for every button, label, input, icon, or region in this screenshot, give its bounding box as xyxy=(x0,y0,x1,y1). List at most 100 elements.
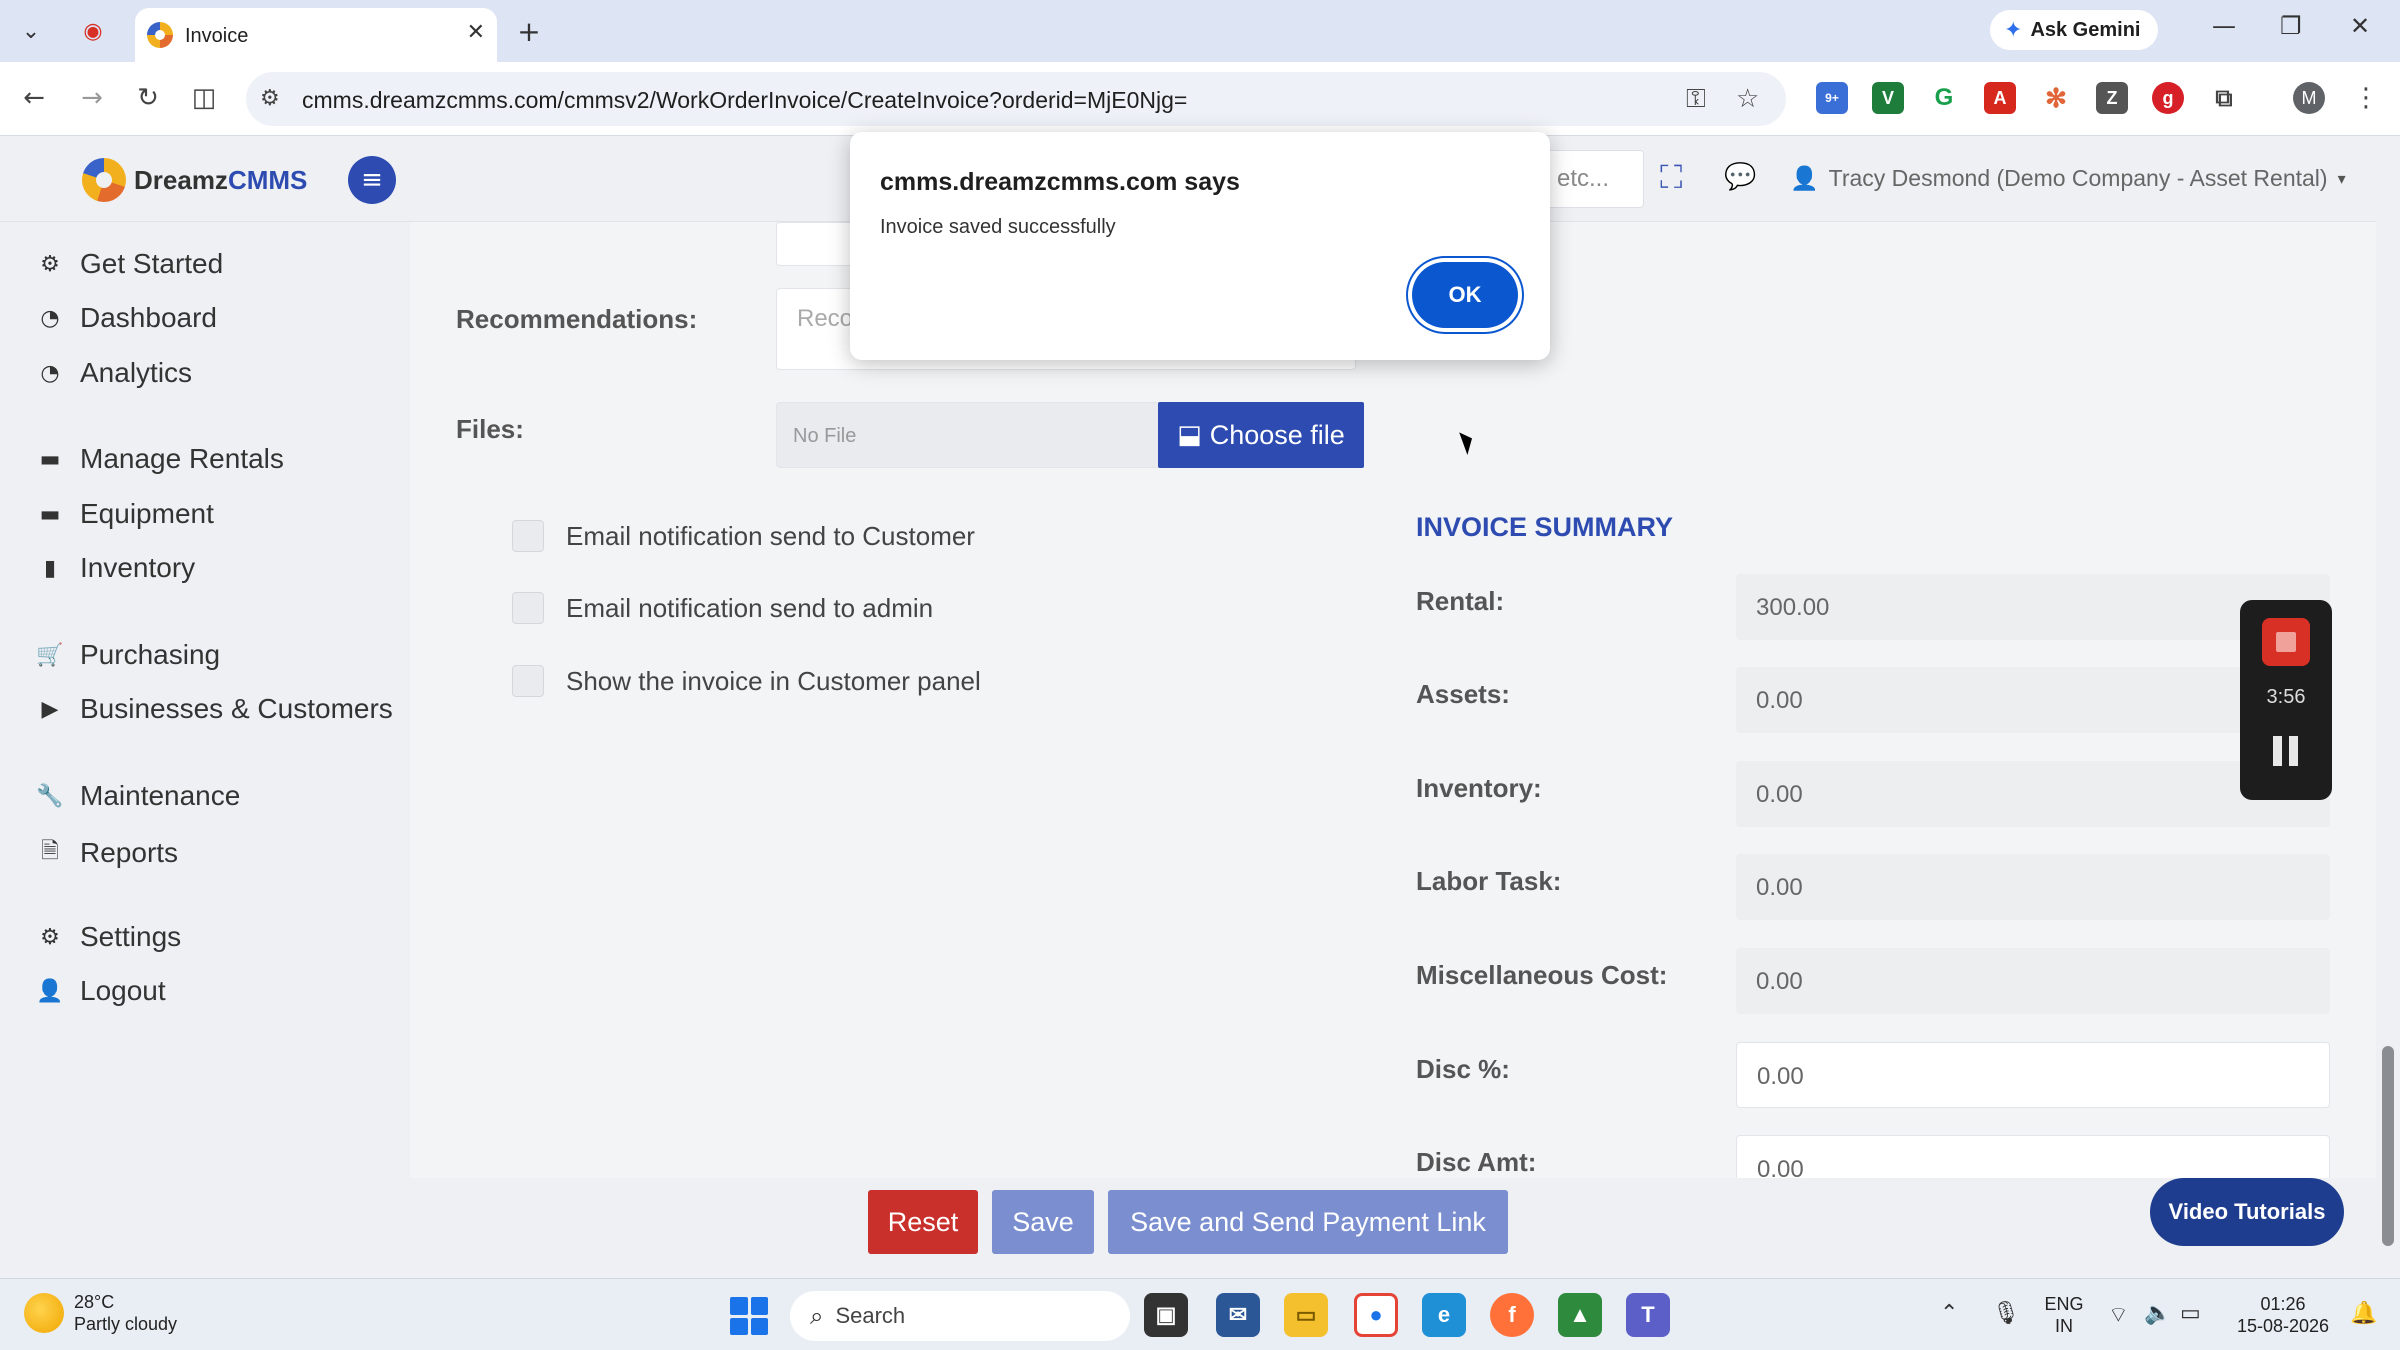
tab-search-chevron-icon[interactable]: ⌄ xyxy=(14,14,48,48)
scrollbar-thumb[interactable] xyxy=(2382,1046,2394,1246)
weather-widget[interactable]: 28°C Partly cloudy xyxy=(24,1291,177,1335)
split-view-icon[interactable]: ◫ xyxy=(186,80,222,116)
start-windows-icon[interactable] xyxy=(730,1297,768,1335)
misc-cost-label: Miscellaneous Cost: xyxy=(1416,960,1668,990)
password-key-icon[interactable]: ⚿ xyxy=(1686,84,1706,115)
volume-icon[interactable]: 🔈 xyxy=(2144,1301,2171,1326)
extension-v-icon[interactable]: V xyxy=(1872,82,1904,114)
record-icon[interactable]: ◉ xyxy=(76,14,110,48)
stop-recording-icon[interactable] xyxy=(2262,618,2310,666)
disc-percent-input[interactable]: 0.00 xyxy=(1736,1042,2330,1108)
pause-icon[interactable] xyxy=(2272,736,2300,768)
mail-app-icon[interactable]: ✉ xyxy=(1216,1293,1260,1337)
email-customer-checkbox-row[interactable]: Email notification send to Customer xyxy=(512,520,975,552)
sidebar-item-purchasing[interactable]: 🛒 Purchasing xyxy=(36,639,220,671)
sidebar-item-reports[interactable]: 🗎 Reports xyxy=(36,834,178,872)
reset-button[interactable]: Reset xyxy=(868,1190,978,1254)
wrench-icon: 🔧 xyxy=(36,783,64,809)
inventory-icon: ▮ xyxy=(43,555,57,581)
url-text[interactable]: cmms.dreamzcmms.com/cmmsv2/WorkOrderInvo… xyxy=(302,87,1187,114)
show-customer-panel-checkbox-row[interactable]: Show the invoice in Customer panel xyxy=(512,665,981,697)
sidebar-item-logout[interactable]: 👤 Logout xyxy=(36,975,165,1007)
language-indicator[interactable]: ENG IN xyxy=(2040,1293,2088,1337)
new-tab-icon[interactable]: + xyxy=(512,14,546,48)
clock-time: 01:26 xyxy=(2260,1294,2306,1314)
extension-pdf-icon[interactable]: A xyxy=(1984,82,2016,114)
site-info-icon[interactable]: ⚙ xyxy=(260,86,280,111)
extension-z-icon[interactable]: Z xyxy=(2096,82,2128,114)
address-bar[interactable]: ⚙ cmms.dreamzcmms.com/cmmsv2/WorkOrderIn… xyxy=(246,72,1786,126)
browser-tab-bar: ⌄ ◉ Invoice ✕ + ✦ Ask Gemini — ❐ ✕ xyxy=(0,0,2400,62)
edge-icon[interactable]: e xyxy=(1422,1293,1466,1337)
page-scrollbar[interactable] xyxy=(2376,136,2400,1278)
user-name: Tracy Desmond (Demo Company - Asset Rent… xyxy=(1828,165,2328,191)
header-search-text: etc... xyxy=(1557,165,1610,192)
taskbar-search[interactable]: ⌕ Search xyxy=(790,1291,1130,1341)
sidebar-item-label: Inventory xyxy=(80,552,196,583)
choose-file-button[interactable]: ⬓ Choose file xyxy=(1158,402,1364,468)
tab-invoice[interactable]: Invoice ✕ xyxy=(135,8,497,62)
restore-icon[interactable]: ❐ xyxy=(2280,12,2302,40)
sidebar-item-analytics[interactable]: ◔ Analytics xyxy=(36,357,192,389)
sidebar-item-maintenance[interactable]: 🔧 Maintenance xyxy=(36,780,240,812)
wifi-icon[interactable]: ⌔ xyxy=(2108,1301,2129,1329)
sidebar-item-manage-rentals[interactable]: ▬ Manage Rentals xyxy=(36,443,284,475)
ask-gemini-label: Ask Gemini xyxy=(2030,18,2141,41)
extension-claude-icon[interactable]: ✻ xyxy=(2040,82,2072,114)
app-logo[interactable]: DreamzCMMS xyxy=(82,158,307,202)
reload-icon[interactable]: ↻ xyxy=(130,80,166,116)
notification-bell-icon[interactable]: 🔔 xyxy=(2350,1301,2377,1326)
gauge-icon: ◔ xyxy=(40,360,60,386)
firefox-icon[interactable]: f xyxy=(1490,1293,1534,1337)
sidebar-item-inventory[interactable]: ▮ Inventory xyxy=(36,552,195,584)
tray-overflow-icon[interactable]: ⌃ xyxy=(1940,1301,1958,1326)
sidebar-item-get-started[interactable]: ⚙ Get Started xyxy=(36,248,223,280)
clock[interactable]: 01:26 15-08-2026 xyxy=(2228,1293,2338,1337)
brand-prefix: Dreamz xyxy=(134,164,228,195)
teams-icon[interactable]: T xyxy=(1626,1293,1670,1337)
sidebar-item-dashboard[interactable]: ◔ Dashboard xyxy=(36,302,217,334)
scan-icon[interactable]: ⛶ xyxy=(1660,158,1682,197)
save-button[interactable]: Save xyxy=(992,1190,1094,1254)
sidebar-item-label: Reports xyxy=(80,837,179,868)
sidebar-item-settings[interactable]: ⚙ Settings xyxy=(36,921,181,953)
close-window-icon[interactable]: ✕ xyxy=(2350,12,2370,40)
profile-avatar[interactable]: M xyxy=(2293,82,2325,114)
extension-g-icon[interactable]: g xyxy=(2152,82,2184,114)
chrome-icon[interactable]: ● xyxy=(1354,1293,1398,1337)
menu-toggle-button[interactable]: ≡ xyxy=(348,156,396,204)
brand-suffix: CMMS xyxy=(227,164,308,195)
browser-menu-icon[interactable]: ⋮ xyxy=(2348,80,2384,116)
save-send-payment-link-button[interactable]: Save and Send Payment Link xyxy=(1108,1190,1508,1254)
sidebar-item-equipment[interactable]: ▬ Equipment xyxy=(36,498,214,530)
ok-label: OK xyxy=(1448,282,1482,307)
microphone-icon[interactable]: 🎙 xyxy=(1992,1301,2020,1326)
photos-app-icon[interactable]: ▲ xyxy=(1558,1293,1602,1337)
show-customer-panel-checkbox[interactable] xyxy=(512,665,544,697)
email-customer-checkbox[interactable] xyxy=(512,520,544,552)
battery-icon[interactable]: ▭ xyxy=(2180,1301,2201,1326)
file-explorer-icon[interactable]: ▭ xyxy=(1284,1293,1328,1337)
task-view-icon[interactable]: ▣ xyxy=(1144,1293,1188,1337)
extension-badge-icon[interactable]: 9+ xyxy=(1816,82,1848,114)
extension-grammarly-icon[interactable]: G xyxy=(1928,82,1960,114)
chat-icon[interactable]: 💬 xyxy=(1724,162,1756,192)
video-tutorials-button[interactable]: Video Tutorials xyxy=(2150,1178,2344,1246)
email-admin-checkbox-row[interactable]: Email notification send to admin xyxy=(512,592,933,624)
minimize-icon[interactable]: — xyxy=(2212,12,2236,40)
back-icon[interactable]: ← xyxy=(16,80,52,116)
close-tab-icon[interactable]: ✕ xyxy=(467,20,485,45)
email-admin-checkbox[interactable] xyxy=(512,592,544,624)
forward-icon[interactable]: → xyxy=(74,80,110,116)
extensions-puzzle-icon[interactable]: ⧉ xyxy=(2208,82,2240,114)
header-search-input[interactable]: etc... xyxy=(1540,150,1644,208)
ask-gemini-button[interactable]: ✦ Ask Gemini xyxy=(1990,10,2158,50)
dialog-ok-button[interactable]: OK xyxy=(1412,262,1518,328)
caret-down-icon: ▾ xyxy=(2337,169,2346,188)
browser-toolbar: ← → ↻ ◫ ⚙ cmms.dreamzcmms.com/cmmsv2/Wor… xyxy=(0,62,2400,136)
brand-name: DreamzCMMS xyxy=(134,165,307,196)
user-menu[interactable]: 👤 Tracy Desmond (Demo Company - Asset Re… xyxy=(1790,165,2346,192)
inventory-label: Inventory: xyxy=(1416,773,1542,803)
sidebar-item-businesses-customers[interactable]: ▶ Businesses & Customers xyxy=(36,693,393,725)
bookmark-star-icon[interactable]: ☆ xyxy=(1736,84,1759,114)
